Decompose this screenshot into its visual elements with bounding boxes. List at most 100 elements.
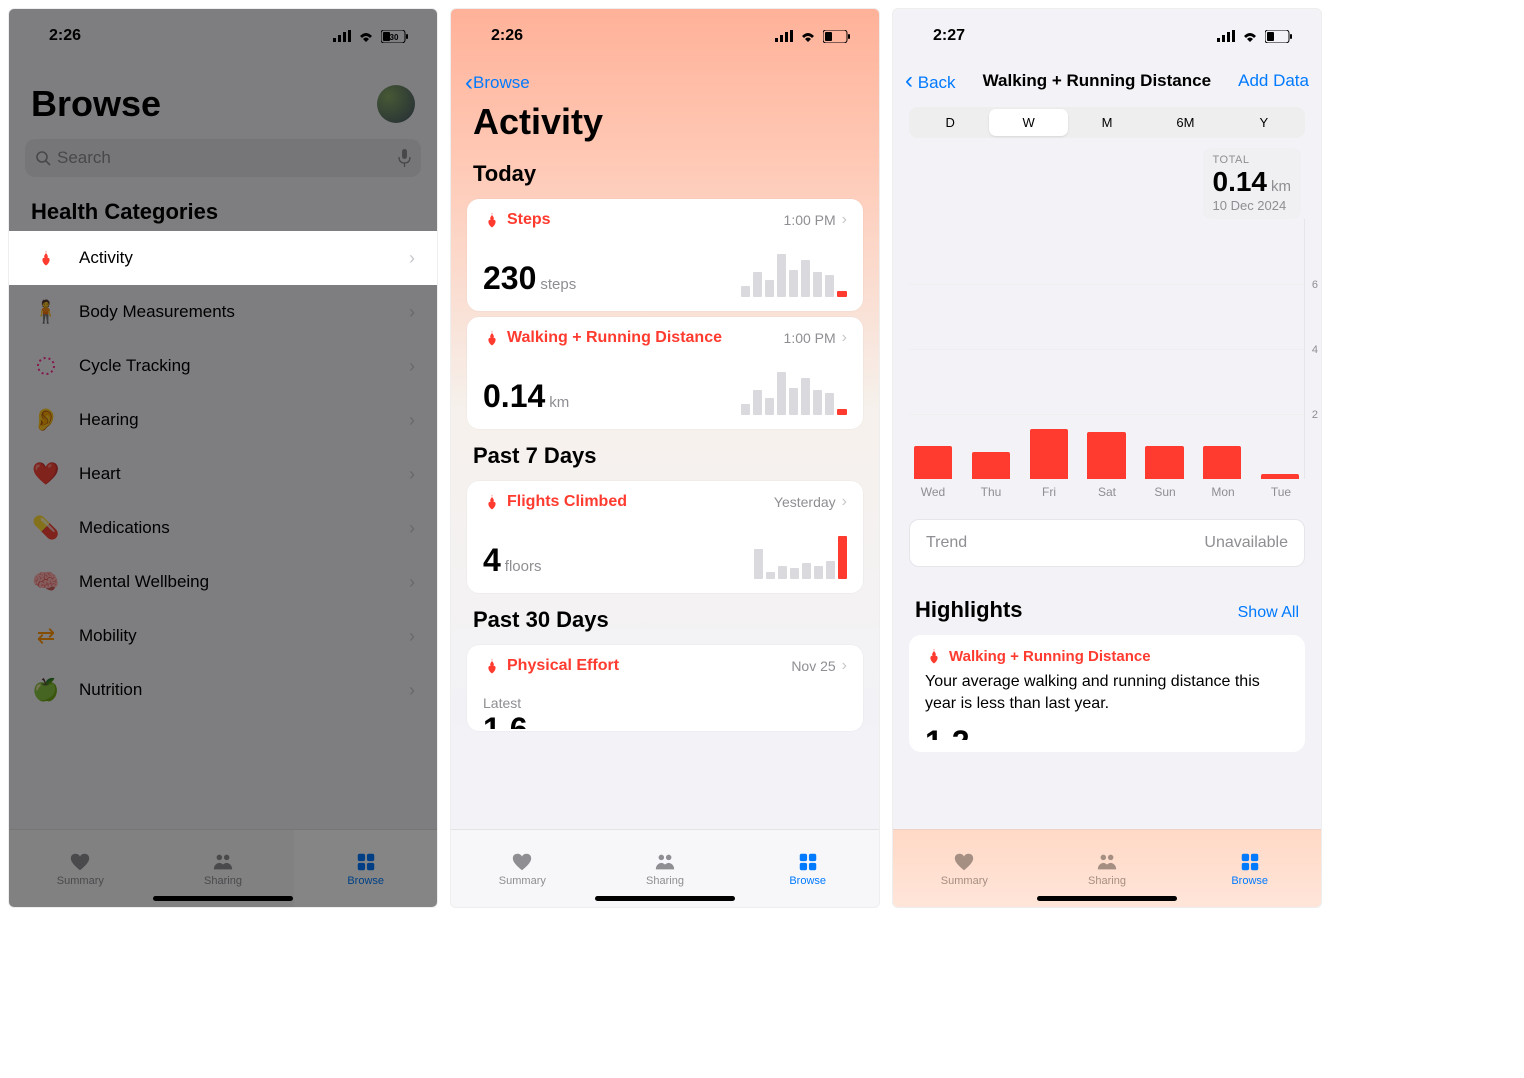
spark-flights (754, 533, 847, 579)
status-bar: 2:26 (451, 9, 879, 53)
category-body-measurements[interactable]: 🧍Body Measurements› (9, 285, 437, 339)
chevron-right-icon: › (409, 572, 415, 593)
screen-browse: 2:26 30 Browse Search Health Categories … (8, 8, 438, 908)
tab-summary[interactable]: Summary (9, 830, 152, 907)
svg-text:30: 30 (390, 33, 399, 42)
segment-y[interactable]: Y (1225, 109, 1303, 136)
segment-m[interactable]: M (1068, 109, 1146, 136)
subhead-today: Today (451, 153, 879, 193)
tab-summary[interactable]: Summary (451, 830, 594, 907)
page-title: Browse (31, 83, 161, 125)
card-steps[interactable]: Steps 1:00 PM› 230steps (467, 199, 863, 311)
tab-browse[interactable]: Browse (736, 830, 879, 907)
ear-icon: 👂 (31, 405, 61, 435)
card-flights[interactable]: Flights Climbed Yesterday› 4floors (467, 481, 863, 593)
chevron-right-icon: › (409, 248, 415, 269)
distance-chart[interactable]: 6 4 2 (909, 219, 1305, 479)
chevron-left-icon: ‹ (465, 71, 473, 95)
chevron-right-icon: › (409, 464, 415, 485)
tab-browse[interactable]: Browse (1178, 830, 1321, 907)
profile-avatar[interactable] (377, 85, 415, 123)
status-time: 2:27 (933, 27, 965, 45)
figure-icon: 🧍 (31, 297, 61, 327)
add-data-button[interactable]: Add Data (1238, 71, 1309, 91)
card-distance[interactable]: Walking + Running Distance 1:00 PM› 0.14… (467, 317, 863, 429)
cellular-icon (1217, 30, 1235, 42)
flame-icon (483, 657, 501, 675)
chevron-right-icon: › (409, 518, 415, 539)
pills-icon: 💊 (31, 513, 61, 543)
flame-icon (483, 329, 501, 347)
category-heart[interactable]: ❤️Heart› (9, 447, 437, 501)
chevron-right-icon: › (409, 356, 415, 377)
trend-row[interactable]: Trend Unavailable (909, 519, 1305, 567)
subhead-past30: Past 30 Days (451, 599, 879, 639)
segment-6m[interactable]: 6M (1146, 109, 1224, 136)
cellular-icon (333, 30, 351, 42)
screen-distance: 2:27 ‹ Back Walking + Running Distance A… (892, 8, 1322, 908)
arrows-icon: ⇄ (31, 621, 61, 651)
chevron-right-icon: › (409, 626, 415, 647)
battery-icon: 30 (381, 30, 409, 43)
apple-icon: 🍏 (31, 675, 61, 705)
time-range-segment[interactable]: D W M 6M Y (909, 107, 1305, 138)
category-mental-wellbeing[interactable]: 🧠Mental Wellbeing› (9, 555, 437, 609)
screen-activity: 2:26 ‹Browse Activity Today Steps 1:00 P… (450, 8, 880, 908)
category-nutrition[interactable]: 🍏Nutrition› (9, 663, 437, 717)
section-health-categories: Health Categories (9, 195, 437, 231)
wifi-icon (1241, 30, 1259, 42)
chevron-right-icon: › (842, 493, 847, 511)
category-label: Activity (79, 248, 133, 268)
status-bar: 2:27 (893, 9, 1321, 53)
segment-w[interactable]: W (989, 109, 1067, 136)
battery-icon (823, 30, 851, 43)
category-activity[interactable]: Activity › (9, 231, 437, 285)
search-placeholder: Search (57, 148, 111, 168)
wifi-icon (799, 30, 817, 42)
show-all-button[interactable]: Show All (1238, 604, 1299, 622)
heart-icon: ❤️ (31, 459, 61, 489)
search-input[interactable]: Search (25, 139, 421, 177)
tab-browse[interactable]: Browse (294, 830, 437, 907)
cellular-icon (775, 30, 793, 42)
chevron-right-icon: › (842, 329, 847, 347)
flame-icon (925, 647, 943, 665)
chevron-right-icon: › (409, 410, 415, 431)
status-time: 2:26 (49, 27, 81, 45)
chevron-left-icon: ‹ (905, 67, 913, 94)
brain-icon: 🧠 (31, 567, 61, 597)
chevron-right-icon: › (842, 657, 847, 675)
segment-d[interactable]: D (911, 109, 989, 136)
highlights-title: Highlights (915, 597, 1023, 623)
home-indicator[interactable] (1037, 896, 1177, 901)
category-mobility[interactable]: ⇄Mobility› (9, 609, 437, 663)
tab-summary[interactable]: Summary (893, 830, 1036, 907)
chevron-right-icon: › (842, 211, 847, 229)
spark-steps (741, 251, 847, 297)
total-summary: TOTAL 0.14km 10 Dec 2024 (1203, 148, 1302, 219)
category-cycle-tracking[interactable]: Cycle Tracking› (9, 339, 437, 393)
subhead-past7: Past 7 Days (451, 435, 879, 475)
wifi-icon (357, 30, 375, 42)
page-title: Activity (451, 95, 879, 153)
highlight-card[interactable]: Walking + Running Distance Your average … (909, 635, 1305, 752)
status-time: 2:26 (491, 27, 523, 45)
flame-icon (483, 493, 501, 511)
spark-distance (741, 369, 847, 415)
category-medications[interactable]: 💊Medications› (9, 501, 437, 555)
home-indicator[interactable] (595, 896, 735, 901)
flame-icon (483, 211, 501, 229)
battery-icon (1265, 30, 1293, 43)
chevron-right-icon: › (409, 680, 415, 701)
category-hearing[interactable]: 👂Hearing› (9, 393, 437, 447)
page-title: Walking + Running Distance (932, 71, 1263, 91)
search-icon (35, 150, 51, 166)
chevron-right-icon: › (409, 302, 415, 323)
cycle-icon (31, 351, 61, 381)
card-effort[interactable]: Physical Effort Nov 25› Latest 1.6 (467, 645, 863, 731)
status-bar: 2:26 30 (9, 9, 437, 53)
flame-icon (31, 243, 61, 273)
home-indicator[interactable] (153, 896, 293, 901)
back-button[interactable]: ‹Browse (451, 53, 879, 95)
mic-icon[interactable] (398, 149, 411, 167)
